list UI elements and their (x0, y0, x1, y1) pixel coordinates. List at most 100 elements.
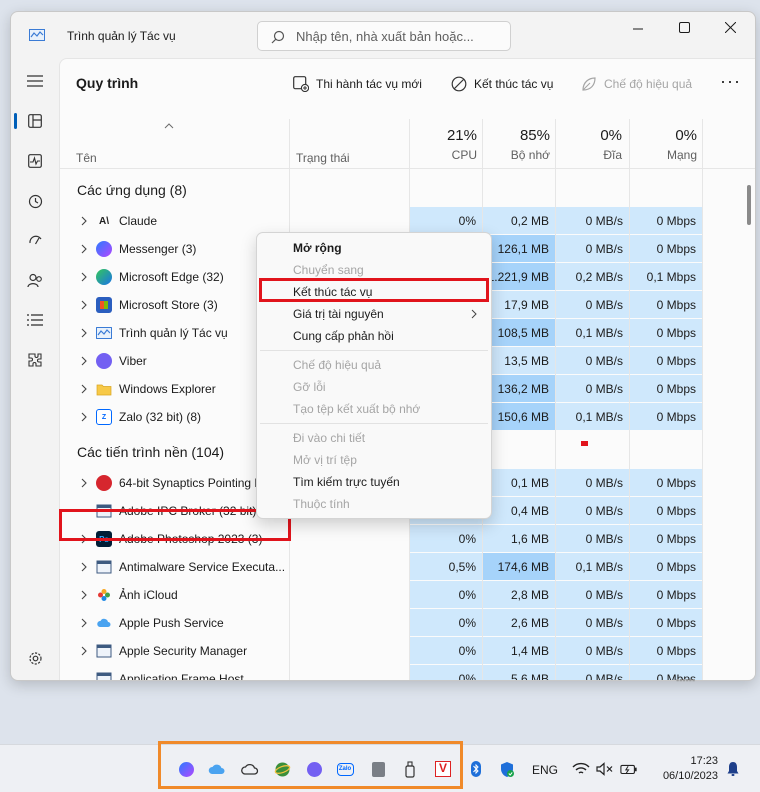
disk-cell: 0 MB/s (556, 665, 629, 680)
title-bar: Trình quản lý Tác vụ (11, 12, 755, 58)
cpu-cell: 0,5% (410, 553, 482, 581)
network-label: Mạng (666, 148, 697, 162)
messenger-icon (96, 241, 112, 257)
sort-up-icon[interactable] (164, 121, 174, 132)
minimize-button[interactable] (615, 14, 661, 44)
end-task-icon (451, 76, 467, 92)
menu-item-open-file-location[interactable]: Mở vị trí tệp (293, 453, 357, 467)
nav-services[interactable] (21, 346, 49, 374)
history-icon (28, 194, 42, 208)
end-task-button[interactable]: Kết thúc tác vụ (451, 73, 553, 95)
menu-item-search-online[interactable]: Tìm kiếm trực tuyến (293, 475, 400, 489)
gear-icon (28, 651, 42, 665)
network-cell: 0 Mbps (630, 347, 702, 375)
disk-cell: 0 MB/s (556, 469, 629, 497)
process-name: Messenger (3) (119, 242, 197, 256)
process-row[interactable]: Apple Security Manager 0% 1,4 MB 0 MB/s … (60, 637, 748, 665)
chevron-right-icon[interactable] (80, 300, 88, 310)
nav-startup-apps[interactable] (21, 226, 49, 254)
battery-icon[interactable] (620, 760, 638, 778)
notification-bell-icon[interactable] (724, 760, 742, 778)
bluetooth-icon[interactable] (467, 760, 485, 778)
security-shield-icon[interactable] (498, 760, 516, 778)
menu-item-resource-values[interactable]: Giá trị tài nguyên (293, 307, 384, 321)
chevron-right-icon[interactable] (80, 412, 88, 422)
menu-item-feedback[interactable]: Cung cấp phản hồi (293, 329, 394, 343)
process-row[interactable]: Application Frame Host 0% 5,6 MB 0 MB/s … (60, 665, 748, 680)
chevron-right-icon[interactable] (80, 384, 88, 394)
search-box[interactable] (257, 21, 511, 51)
close-button[interactable] (707, 12, 753, 42)
nav-settings[interactable] (21, 644, 49, 672)
chevron-right-icon[interactable] (80, 216, 88, 226)
chevron-right-icon[interactable] (80, 272, 88, 282)
cpu-cell: 0% (410, 581, 482, 609)
process-row[interactable]: A\ Claude 0% 0,2 MB 0 MB/s 0 Mbps (60, 207, 748, 235)
nav-app-history[interactable] (21, 187, 49, 215)
efficiency-mode-label: Chế độ hiệu quả (604, 77, 693, 91)
column-header-cpu[interactable]: 21% CPU (420, 127, 477, 162)
chevron-right-icon[interactable] (80, 478, 88, 488)
synaptics-icon (96, 475, 112, 491)
process-row[interactable]: Antimalware Service Executa... 0,5% 174,… (60, 553, 748, 581)
window-app-icon (96, 672, 112, 680)
users-icon (27, 273, 42, 287)
disk-cell: 0 MB/s (556, 291, 629, 319)
speaker-muted-icon[interactable] (596, 760, 614, 778)
menu-item-efficiency-mode[interactable]: Chế độ hiệu quả (293, 358, 381, 372)
process-name: Trình quản lý Tác vụ (119, 326, 228, 340)
maximize-button[interactable] (661, 12, 707, 42)
marker-dot (581, 441, 588, 446)
process-name: Claude (119, 214, 158, 228)
column-header-memory[interactable]: 85% Bộ nhớ (493, 127, 550, 162)
chevron-right-icon[interactable] (80, 590, 88, 600)
column-header-disk[interactable]: 0% Đĩa (566, 127, 622, 162)
maximize-icon (678, 21, 690, 33)
chevron-right-icon[interactable] (80, 618, 88, 628)
chevron-right-icon[interactable] (80, 646, 88, 656)
memory-cell: 2,6 MB (483, 609, 555, 637)
menu-item-create-dump[interactable]: Tạo tệp kết xuất bộ nhớ (293, 402, 420, 416)
section-apps-title[interactable]: Các ứng dụng (8) (77, 182, 187, 198)
startup-icon (28, 235, 42, 244)
process-row[interactable]: Ảnh iCloud 0% 2,8 MB 0 MB/s 0 Mbps (60, 581, 748, 609)
vertical-scrollbar[interactable] (747, 185, 751, 225)
search-input[interactable] (296, 27, 506, 45)
menu-item-go-to-details[interactable]: Đi vào chi tiết (293, 431, 365, 445)
section-background-title[interactable]: Các tiến trình nền (104) (77, 444, 224, 460)
cpu-cell: 0% (410, 525, 482, 553)
language-indicator[interactable]: ENG (532, 763, 558, 777)
process-row[interactable]: Apple Push Service 0% 2,6 MB 0 MB/s 0 Mb… (60, 609, 748, 637)
chevron-right-icon[interactable] (80, 244, 88, 254)
window-app-icon (96, 644, 112, 658)
hamburger-icon (27, 75, 43, 87)
column-header-name[interactable]: Tên (76, 151, 97, 165)
nav-users[interactable] (21, 266, 49, 294)
hamburger-menu-button[interactable] (21, 67, 49, 95)
menu-item-switch-to[interactable]: Chuyển sang (293, 263, 364, 277)
menu-item-expand[interactable]: Mở rộng (293, 241, 342, 255)
chevron-right-icon[interactable] (80, 328, 88, 338)
end-task-label: Kết thúc tác vụ (474, 77, 554, 91)
nav-processes[interactable] (21, 107, 49, 135)
window-title: Trình quản lý Tác vụ (67, 29, 176, 43)
menu-item-properties[interactable]: Thuộc tính (293, 497, 350, 511)
chevron-right-icon[interactable] (80, 356, 88, 366)
efficiency-mode-button[interactable]: Chế độ hiệu quả (581, 73, 692, 95)
nav-details[interactable] (21, 306, 49, 334)
network-cell: 0 Mbps (630, 403, 702, 431)
run-new-task-button[interactable]: Thi hành tác vụ mới (293, 73, 422, 95)
more-options-button[interactable]: ··· (720, 72, 741, 90)
wifi-icon[interactable] (572, 760, 590, 778)
chevron-right-icon[interactable] (80, 562, 88, 572)
clock[interactable]: 17:23 06/10/2023 (652, 754, 718, 784)
icloud-photos-icon (98, 589, 110, 601)
services-icon (28, 353, 42, 367)
column-header-status[interactable]: Trạng thái (296, 151, 350, 165)
memory-cell: 0,2 MB (483, 207, 555, 235)
column-header-network[interactable]: 0% Mạng (640, 127, 697, 162)
menu-item-debug[interactable]: Gỡ lỗi (293, 380, 326, 394)
nav-performance[interactable] (21, 147, 49, 175)
menu-separator (260, 350, 488, 351)
disk-cell: 0 MB/s (556, 235, 629, 263)
